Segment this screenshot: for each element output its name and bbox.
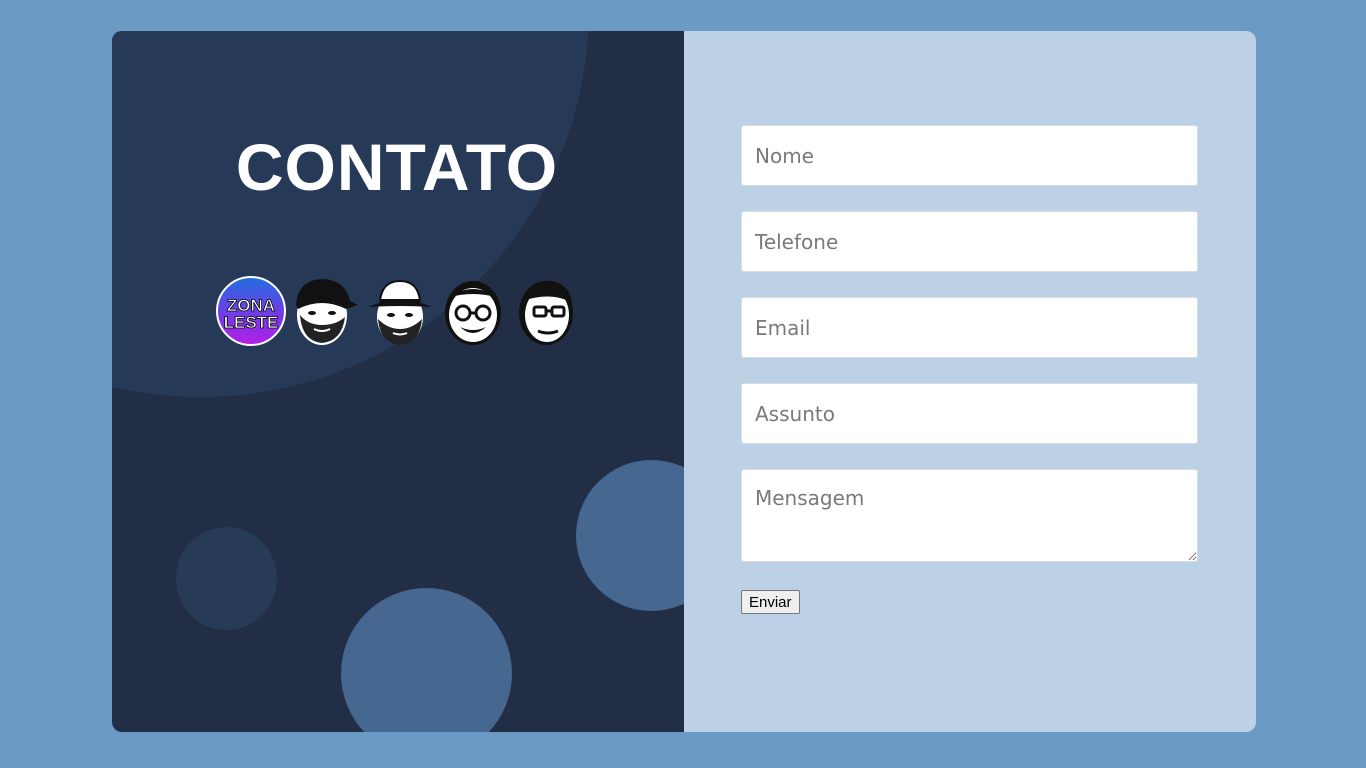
decorative-circle-bottom <box>341 588 512 732</box>
man-with-glasses-smiling-face-icon <box>438 275 508 347</box>
contact-card: CONTATO ZONA LESTE Nome Telefone Email A… <box>112 31 1256 732</box>
contact-left-panel: CONTATO ZONA LESTE <box>112 31 684 732</box>
contact-form: Enviar <box>741 125 1199 614</box>
name-input[interactable] <box>741 125 1198 186</box>
zona-leste-logo-icon: ZONA LESTE <box>216 275 286 347</box>
decorative-circle-small <box>176 527 277 630</box>
phone-input[interactable] <box>741 211 1198 272</box>
subject-input[interactable] <box>741 383 1198 444</box>
team-avatars: ZONA LESTE <box>216 275 582 347</box>
logo-text-bottom: LESTE <box>224 313 279 332</box>
man-with-glasses-face-icon <box>512 275 582 347</box>
message-textarea[interactable] <box>741 469 1198 562</box>
man-with-cap-face-icon <box>290 275 360 347</box>
decorative-circle-right <box>576 460 684 611</box>
page-title: CONTATO <box>235 130 559 204</box>
man-with-hat-face-icon <box>364 275 434 347</box>
contact-form-panel: Enviar <box>684 31 1256 732</box>
send-button[interactable]: Enviar <box>741 590 800 614</box>
email-input[interactable] <box>741 297 1198 358</box>
